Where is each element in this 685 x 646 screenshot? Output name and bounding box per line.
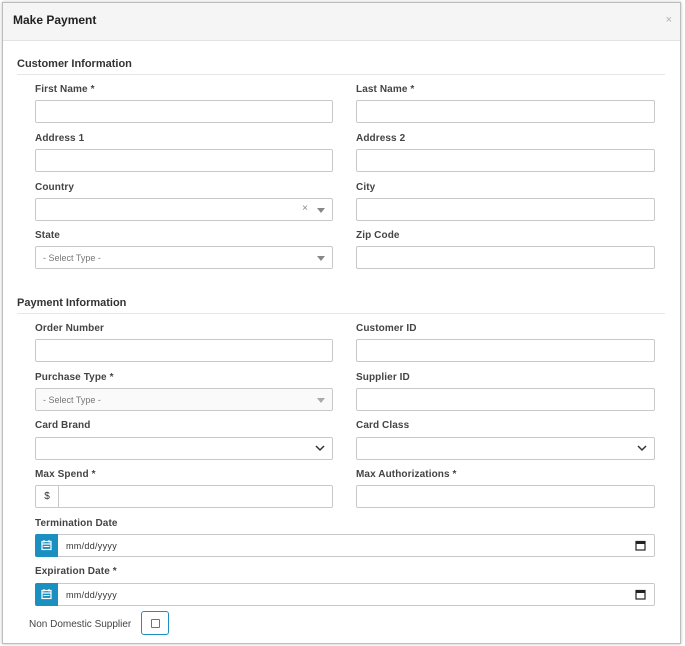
last-name-label: Last Name * bbox=[356, 84, 415, 95]
calendar-icon[interactable] bbox=[35, 534, 58, 557]
clear-icon[interactable]: × bbox=[302, 204, 308, 214]
address2-label: Address 2 bbox=[356, 133, 406, 144]
caret-down-icon bbox=[317, 208, 325, 213]
customer-section-divider bbox=[17, 74, 665, 75]
customer-section-title: Customer Information bbox=[17, 58, 132, 70]
caret-down-icon bbox=[317, 398, 325, 403]
termination-date-placeholder: mm/dd/yyyy bbox=[66, 541, 118, 551]
zip-input[interactable] bbox=[356, 246, 655, 269]
city-input[interactable] bbox=[356, 198, 655, 221]
card-class-select[interactable] bbox=[356, 437, 655, 460]
expiration-date-label: Expiration Date * bbox=[35, 566, 117, 577]
termination-date-label: Termination Date bbox=[35, 518, 118, 529]
state-label: State bbox=[35, 230, 60, 241]
calendar-icon[interactable] bbox=[35, 583, 58, 606]
country-select[interactable]: × bbox=[35, 198, 333, 221]
purchase-type-placeholder: - Select Type - bbox=[43, 395, 101, 405]
calendar-picker-icon[interactable] bbox=[635, 540, 646, 551]
supplier-id-label: Supplier ID bbox=[356, 372, 410, 383]
close-icon[interactable]: × bbox=[666, 15, 672, 26]
supplier-id-input[interactable] bbox=[356, 388, 655, 411]
currency-addon: $ bbox=[36, 486, 59, 507]
order-number-label: Order Number bbox=[35, 323, 104, 334]
expiration-date-input[interactable]: mm/dd/yyyy bbox=[35, 583, 655, 606]
max-spend-input[interactable]: $ bbox=[35, 485, 333, 508]
caret-down-icon bbox=[317, 256, 325, 261]
order-number-input[interactable] bbox=[35, 339, 333, 362]
payment-section-title: Payment Information bbox=[17, 297, 127, 309]
customer-id-label: Customer ID bbox=[356, 323, 417, 334]
address1-label: Address 1 bbox=[35, 133, 85, 144]
state-placeholder: - Select Type - bbox=[43, 253, 101, 263]
zip-label: Zip Code bbox=[356, 230, 400, 241]
chevron-down-icon bbox=[637, 445, 647, 452]
non-domestic-supplier-label: Non Domestic Supplier bbox=[29, 619, 132, 630]
modal-title: Make Payment bbox=[13, 13, 97, 27]
max-authorizations-label: Max Authorizations * bbox=[356, 469, 457, 480]
non-domestic-supplier-checkbox[interactable] bbox=[141, 611, 169, 635]
city-label: City bbox=[356, 182, 376, 193]
payment-section-divider bbox=[17, 313, 665, 314]
checkbox-square-icon bbox=[151, 619, 160, 628]
first-name-label: First Name * bbox=[35, 84, 95, 95]
country-label: Country bbox=[35, 182, 75, 193]
calendar-picker-icon[interactable] bbox=[635, 589, 646, 600]
state-select[interactable]: - Select Type - bbox=[35, 246, 333, 269]
first-name-input[interactable] bbox=[35, 100, 333, 123]
chevron-down-icon bbox=[315, 445, 325, 452]
purchase-type-label: Purchase Type * bbox=[35, 372, 114, 383]
termination-date-input[interactable]: mm/dd/yyyy bbox=[35, 534, 655, 557]
max-authorizations-input[interactable] bbox=[356, 485, 655, 508]
address1-input[interactable] bbox=[35, 149, 333, 172]
address2-input[interactable] bbox=[356, 149, 655, 172]
max-spend-label: Max Spend * bbox=[35, 469, 96, 480]
customer-id-input[interactable] bbox=[356, 339, 655, 362]
modal-header: Make Payment × bbox=[3, 3, 680, 41]
card-brand-select[interactable] bbox=[35, 437, 333, 460]
last-name-input[interactable] bbox=[356, 100, 655, 123]
card-class-label: Card Class bbox=[356, 420, 410, 431]
purchase-type-select[interactable]: - Select Type - bbox=[35, 388, 333, 411]
card-brand-label: Card Brand bbox=[35, 420, 91, 431]
expiration-date-placeholder: mm/dd/yyyy bbox=[66, 590, 118, 600]
